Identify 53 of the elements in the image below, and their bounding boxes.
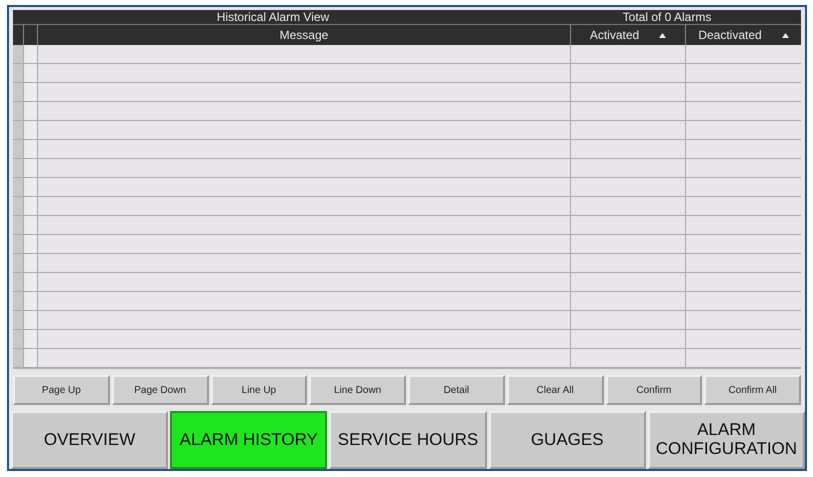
table-button[interactable]: Page Down — [112, 375, 208, 405]
column-header[interactable]: Message — [37, 25, 570, 45]
row-selector[interactable] — [13, 292, 23, 311]
row-selector[interactable] — [13, 349, 23, 368]
table-button[interactable]: Detail — [408, 375, 505, 405]
row-selector[interactable] — [13, 254, 23, 273]
row-selector[interactable] — [13, 235, 23, 254]
table-button[interactable]: Confirm — [606, 375, 702, 405]
table-cell — [23, 178, 37, 197]
table-button[interactable]: Clear All — [506, 375, 604, 405]
row-selector[interactable] — [13, 273, 23, 292]
table-cell — [23, 197, 37, 216]
row-selector[interactable] — [13, 197, 23, 216]
table-cell — [23, 273, 37, 292]
table-cell — [23, 102, 37, 121]
table-button[interactable]: Page Up — [13, 375, 110, 405]
sort-icon — [782, 32, 789, 38]
row-selector[interactable] — [13, 159, 23, 178]
row-selector[interactable] — [13, 216, 23, 235]
table-cell — [23, 64, 37, 83]
table-button[interactable]: Line Down — [309, 375, 406, 405]
table-cell — [23, 235, 37, 254]
table-button[interactable]: Confirm All — [704, 375, 801, 405]
nav-button[interactable]: GUAGES — [488, 411, 646, 469]
table-cell — [23, 254, 37, 273]
row-selector[interactable] — [13, 45, 23, 64]
nav-button[interactable]: OVERVIEW — [11, 411, 168, 469]
row-selector[interactable] — [13, 64, 23, 83]
row-selector[interactable] — [13, 140, 23, 159]
column-header[interactable]: Deactivated — [685, 25, 801, 45]
row-selector[interactable] — [13, 102, 23, 121]
table-cell — [23, 216, 37, 235]
row-selector[interactable] — [13, 83, 23, 102]
table-cell — [23, 140, 37, 159]
table-cell — [23, 159, 37, 178]
table-cell — [23, 330, 37, 349]
nav-button[interactable]: SERVICE HOURS — [329, 411, 487, 469]
row-selector[interactable] — [13, 330, 23, 349]
panel-title: Historical Alarm View — [216, 10, 330, 24]
nav-button[interactable]: ALARM HISTORY — [170, 411, 328, 469]
table-cell — [23, 292, 37, 311]
nav-button[interactable]: ALARM CONFIGURATION — [648, 411, 805, 469]
row-selector[interactable] — [13, 121, 23, 140]
alarm-count: Total of 0 Alarms — [622, 10, 712, 24]
table-cell — [23, 83, 37, 102]
table-button[interactable]: Line Up — [210, 375, 308, 405]
table-cell — [23, 121, 37, 140]
row-selector[interactable] — [13, 311, 23, 330]
column-header[interactable]: Activated — [570, 25, 685, 45]
sort-icon — [659, 32, 666, 38]
table-cell — [23, 311, 37, 330]
row-selector[interactable] — [13, 178, 23, 197]
table-cell — [23, 45, 37, 64]
